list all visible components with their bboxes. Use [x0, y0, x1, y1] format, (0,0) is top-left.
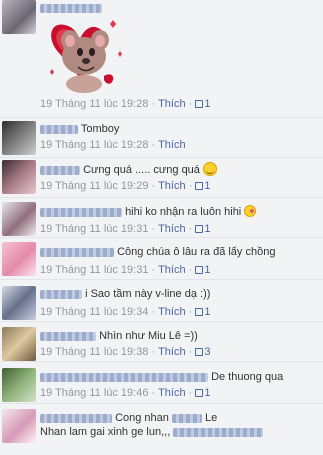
commenter-name[interactable] [40, 289, 82, 299]
commenter-name[interactable] [40, 413, 112, 423]
like-link[interactable]: Thích [158, 180, 186, 192]
comment-text: Nhan lam gai xinh ge lun,,, [40, 426, 171, 438]
like-count[interactable]: 3 [195, 346, 211, 358]
like-count[interactable]: 1 [195, 264, 211, 276]
comment-item: hihi ko nhận ra luôn hihi 19 Tháng 11 lú… [0, 198, 323, 238]
comment-meta: 19 Tháng 11 lúc 19:28 · Thích [40, 139, 186, 151]
comment-item: Tomboy 19 Tháng 11 lúc 19:28 · Thích [0, 118, 323, 158]
thumbs-up-icon [195, 348, 204, 356]
comment-thread: 19 Tháng 11 lúc 19:28 · Thích · 1 Tomboy… [0, 0, 323, 455]
comment-item: i Sao tầm này v-line dạ :)) 19 Tháng 11 … [0, 280, 323, 322]
like-link[interactable]: Thích [158, 387, 186, 399]
commenter-name[interactable] [40, 165, 80, 175]
timestamp-link[interactable]: 19 Tháng 11 lúc 19:28 [40, 139, 148, 151]
commenter-name[interactable] [40, 331, 96, 341]
thumbs-up-icon [195, 182, 204, 190]
comment-item: Nhìn như Miu Lê =)) 19 Tháng 11 lúc 19:3… [0, 322, 323, 362]
comment-text: De thuong qua [211, 371, 284, 383]
avatar[interactable] [2, 121, 36, 155]
comment-text: i Sao tầm này v-line dạ :)) [85, 288, 211, 300]
comment-meta: 19 Tháng 11 lúc 19:46 · Thích · 1 [40, 387, 211, 399]
timestamp-link[interactable]: 19 Tháng 11 lúc 19:29 [40, 180, 148, 192]
avatar[interactable] [2, 409, 36, 443]
commenter-name[interactable] [40, 207, 122, 217]
thumbs-up-icon [195, 100, 204, 108]
timestamp-link[interactable]: 19 Tháng 11 lúc 19:31 [40, 264, 148, 276]
thumbs-up-icon [195, 266, 204, 274]
comment-item: Cong nhan Le Nhan lam gai xinh ge lun,,, [0, 404, 323, 455]
avatar[interactable] [2, 160, 36, 194]
thumbs-up-icon [195, 308, 204, 316]
mouse-heart-sticker [50, 20, 122, 93]
comment-item: De thuong qua 19 Tháng 11 lúc 19:46 · Th… [0, 362, 323, 404]
like-link[interactable]: Thích [158, 264, 186, 276]
thumbs-up-icon [195, 225, 204, 233]
comment-text: hihi ko nhận ra luôn hihi [125, 206, 242, 218]
mentioned-name[interactable] [171, 413, 202, 423]
like-link[interactable]: Thích [158, 98, 186, 110]
timestamp-link[interactable]: 19 Tháng 11 lúc 19:46 [40, 387, 148, 399]
comment-text: Cong nhan [115, 412, 169, 424]
comment-text: Le [205, 412, 218, 424]
comment-meta: 19 Tháng 11 lúc 19:31 · Thích · 1 [40, 264, 211, 276]
comment-meta: 19 Tháng 11 lúc 19:29 · Thích · 1 [40, 180, 211, 192]
avatar[interactable] [2, 0, 36, 34]
comment-text: Tomboy [80, 123, 120, 135]
like-count[interactable]: 1 [195, 306, 211, 318]
comment-meta: 19 Tháng 11 lúc 19:38 · Thích · 3 [40, 346, 211, 358]
redacted-text [173, 427, 264, 437]
avatar[interactable] [2, 327, 36, 361]
commenter-name[interactable] [40, 247, 114, 257]
comment-item: Cưng quá ..... cưng quá 19 Tháng 11 lúc … [0, 158, 323, 198]
avatar[interactable] [2, 368, 36, 402]
timestamp-link[interactable]: 19 Tháng 11 lúc 19:38 [40, 346, 148, 358]
smiley-emoji-icon [202, 162, 217, 176]
like-count[interactable]: 1 [195, 223, 211, 235]
comment-text: Cưng quá ..... cưng quá [83, 164, 200, 176]
tongue-emoji-icon [244, 205, 257, 217]
timestamp-link[interactable]: 19 Tháng 11 lúc 19:28 [40, 98, 148, 110]
comment-item: Công chúa ô lâu ra đã lấy chồng 19 Tháng… [0, 238, 323, 280]
commenter-name[interactable] [40, 124, 78, 134]
avatar[interactable] [2, 286, 36, 320]
comment-text: Công chúa ô lâu ra đã lấy chồng [117, 246, 276, 258]
comment-text: Nhìn như Miu Lê =)) [99, 330, 198, 342]
comment-meta: 19 Tháng 11 lúc 19:28 · Thích · 1 [40, 98, 211, 110]
comment-meta: 19 Tháng 11 lúc 19:31 · Thích · 1 [40, 223, 211, 235]
comment-meta: 19 Tháng 11 lúc 19:34 · Thích · 1 [40, 306, 211, 318]
thumbs-up-icon [195, 389, 204, 397]
like-link[interactable]: Thích [158, 346, 186, 358]
comment-item: 19 Tháng 11 lúc 19:28 · Thích · 1 [0, 0, 323, 118]
like-count[interactable]: 1 [195, 98, 211, 110]
commenter-name[interactable] [40, 372, 208, 382]
timestamp-link[interactable]: 19 Tháng 11 lúc 19:34 [40, 306, 148, 318]
like-link[interactable]: Thích [158, 223, 186, 235]
commenter-name[interactable] [40, 3, 102, 13]
like-link[interactable]: Thích [158, 306, 186, 318]
like-count[interactable]: 1 [195, 387, 211, 399]
like-link[interactable]: Thích [158, 139, 186, 151]
timestamp-link[interactable]: 19 Tháng 11 lúc 19:31 [40, 223, 148, 235]
avatar[interactable] [2, 242, 36, 276]
avatar[interactable] [2, 202, 36, 236]
like-count[interactable]: 1 [195, 180, 211, 192]
